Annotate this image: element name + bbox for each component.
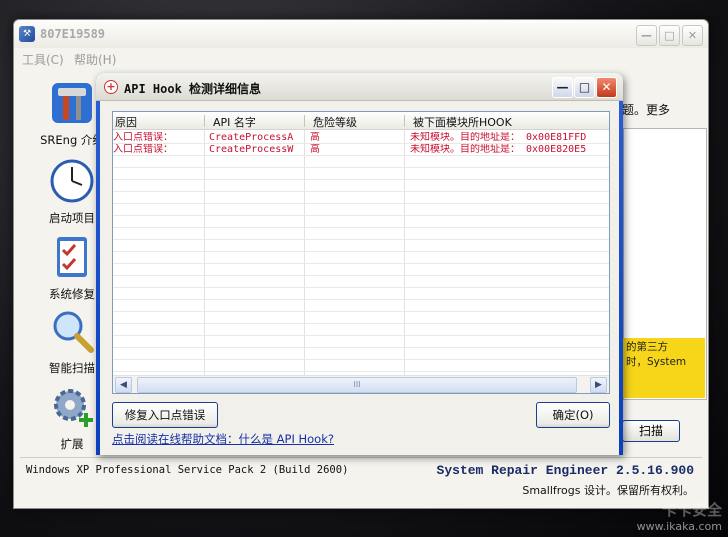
column-header-api-name[interactable]: API 名字 [213, 114, 256, 130]
watermark: 卡卡安全 www.ikaka.com [637, 499, 722, 533]
column-header-reason[interactable]: 原因 [115, 114, 137, 130]
scroll-left-icon[interactable]: ◀ [115, 377, 132, 393]
horizontal-scrollbar[interactable]: ◀ III ▶ [113, 375, 609, 393]
cell-api-name: CreateProcessW [209, 144, 294, 155]
scroll-right-icon[interactable]: ▶ [590, 377, 607, 393]
grid-line [113, 287, 609, 288]
list-header: 原因 API 名字 危险等级 被下面模块所HOOK [113, 112, 609, 130]
column-divider[interactable] [304, 115, 305, 127]
os-status: Windows XP Professional Service Pack 2 (… [26, 464, 349, 476]
magnifier-icon [49, 308, 95, 354]
warning-note-line: 时，System [626, 356, 687, 368]
cell-hooked-by: 未知模块。目的地址是： 0x00E820E5 [410, 144, 587, 155]
scan-button[interactable]: 扫描 [622, 420, 680, 442]
grid-line [113, 167, 609, 168]
column-divider[interactable] [404, 115, 405, 127]
cell-hooked-by: 未知模块。目的地址是： 0x00E81FFD [410, 132, 587, 143]
dialog-close-icon[interactable]: ✕ [596, 77, 617, 98]
grid-line [113, 335, 609, 336]
grid-line [113, 203, 609, 204]
scroll-thumb[interactable]: III [137, 377, 577, 393]
grid-line [113, 191, 609, 192]
dialog-title: API Hook 检测详细信息 [124, 82, 262, 96]
column-divider[interactable] [204, 115, 205, 127]
fix-entry-point-button[interactable]: 修复入口点错误 [112, 402, 218, 428]
help-link[interactable]: 点击阅读在线帮助文档：什么是 API Hook? [112, 431, 334, 447]
grid-line [113, 311, 609, 312]
warning-note: 的第三方 时，System [623, 338, 705, 398]
tools-icon [49, 80, 95, 126]
watermark-url: www.ikaka.com [636, 520, 722, 533]
cell-reason: 入口点错误： [113, 132, 173, 143]
menu-bar: 工具(C) 帮助(H) [14, 48, 708, 68]
cell-risk: 高 [310, 132, 320, 143]
grid-line [113, 359, 609, 360]
cell-api-name: CreateProcessA [209, 132, 294, 143]
grid-line [113, 179, 609, 180]
grid-line [113, 371, 609, 372]
cell-risk: 高 [310, 144, 320, 155]
grid-line [113, 299, 609, 300]
red-cross-icon: + [104, 80, 118, 94]
grid-line [113, 275, 609, 276]
grid-line [113, 227, 609, 228]
grid-line [113, 347, 609, 348]
minimize-icon[interactable]: — [636, 25, 657, 46]
warning-note-line: 的第三方 [626, 341, 668, 353]
menu-help[interactable]: 帮助(H) [74, 51, 116, 68]
dialog-title-bar[interactable]: + API Hook 检测详细信息 — □ ✕ [96, 73, 623, 101]
dialog-minimize-icon[interactable]: — [552, 77, 573, 98]
table-row[interactable]: 入口点错误： CreateProcessA 高 未知模块。目的地址是： 0x00… [113, 132, 609, 144]
column-header-hooked-by[interactable]: 被下面模块所HOOK [413, 114, 512, 130]
main-window-title: 807E19589 [40, 27, 106, 41]
main-title-bar[interactable]: ⚒ 807E19589 — □ ✕ [14, 20, 708, 48]
grid-line [113, 263, 609, 264]
api-hook-dialog: + API Hook 检测详细信息 — □ ✕ 原因 API 名字 危险等级 被… [96, 73, 623, 455]
ok-button[interactable]: 确定(O) [536, 402, 610, 428]
copyright-text: Smallfrogs 设计。保留所有权利。 [522, 484, 694, 497]
checklist-icon [49, 234, 95, 280]
dialog-maximize-icon[interactable]: □ [574, 77, 595, 98]
gear-plus-icon [49, 384, 95, 430]
grid-line [113, 251, 609, 252]
clock-icon [49, 158, 95, 204]
grid-line [113, 215, 609, 216]
column-header-risk[interactable]: 危险等级 [313, 114, 357, 130]
dialog-body: 原因 API 名字 危险等级 被下面模块所HOOK 入口点错误： CreateP… [100, 101, 619, 455]
menu-tools[interactable]: 工具(C) [22, 51, 64, 68]
tip-text: 题。更多 [622, 103, 671, 117]
grid-line [113, 323, 609, 324]
watermark-logo-text: 卡卡安全 [661, 501, 722, 519]
divider [20, 457, 702, 458]
close-icon[interactable]: ✕ [682, 25, 703, 46]
grid-line [113, 239, 609, 240]
cell-reason: 入口点错误： [113, 144, 173, 155]
maximize-icon[interactable]: □ [659, 25, 680, 46]
product-brand: System Repair Engineer 2.5.16.900 [436, 463, 694, 478]
hook-list[interactable]: 原因 API 名字 危险等级 被下面模块所HOOK 入口点错误： CreateP… [112, 111, 610, 394]
table-row[interactable]: 入口点错误： CreateProcessW 高 未知模块。目的地址是： 0x00… [113, 144, 609, 156]
app-tool-icon: ⚒ [19, 26, 35, 42]
